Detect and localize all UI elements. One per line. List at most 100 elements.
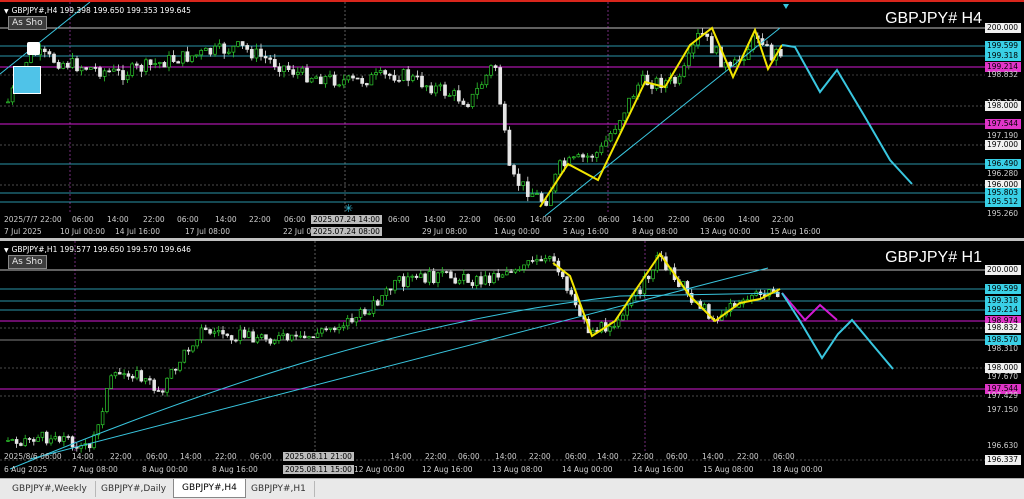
candle-body (156, 390, 161, 392)
candle-body (673, 77, 677, 84)
time-label: 14:00 (107, 215, 129, 224)
time-label: 06:00 (146, 452, 168, 461)
candle-body (535, 193, 539, 195)
time-label: 5 Aug 16:00 (563, 227, 609, 236)
tab-weekly[interactable]: GBPJPY#,Weekly (4, 481, 96, 497)
time-label: 1 Aug 00:00 (494, 227, 540, 236)
time-label: 12 Aug 00:00 (354, 465, 405, 474)
candle-body (562, 160, 567, 167)
chart-pane-h4[interactable]: ✳ ▼ GBPJPY#,H4 199.398 199.650 199.353 19… (0, 0, 1024, 238)
candle-body (203, 47, 208, 51)
candle-body (161, 390, 165, 393)
time-label: 22:00 (668, 215, 690, 224)
candle-body (452, 90, 457, 96)
candle-body (254, 48, 259, 59)
candle-body (616, 319, 621, 327)
candle-body (277, 335, 281, 341)
time-label: 14:00 (424, 215, 446, 224)
candle-body (171, 55, 176, 62)
candle-body (397, 79, 401, 82)
candle-body (307, 336, 311, 339)
time-label: 14 Aug 16:00 (633, 465, 684, 474)
trend-line (29, 267, 769, 460)
candle-body (324, 328, 328, 331)
candle-body (380, 295, 384, 306)
candle-body (604, 140, 608, 147)
candle-body (705, 33, 710, 37)
time-label: 22:00 (529, 452, 551, 461)
time-label: 06:00 (250, 452, 272, 461)
candle-body (505, 271, 509, 276)
candle-body (328, 74, 332, 77)
candle-body (466, 104, 470, 107)
h4-chart-title: GBPJPY# H4 (885, 10, 982, 27)
candle-body (249, 49, 254, 59)
tab-h1[interactable]: GBPJPY#,H1 (243, 481, 315, 497)
time-label: 22:00 (143, 215, 165, 224)
candle-body (216, 330, 221, 333)
candle-body (305, 67, 309, 83)
candle-body (691, 44, 696, 54)
candle-body (27, 438, 32, 440)
time-label: 15 Aug 08:00 (703, 465, 754, 474)
smile-icon[interactable] (13, 66, 41, 94)
candle-body (350, 318, 354, 323)
candle-body (513, 269, 518, 273)
pencil-icon[interactable] (27, 42, 40, 55)
time-label: 13 Aug 00:00 (700, 227, 751, 236)
candle-body (121, 70, 125, 81)
candle-body (191, 345, 195, 352)
candle-body (345, 318, 350, 327)
time-label: 10 Jul 00:00 (60, 227, 105, 236)
price-label: 200.000 (985, 265, 1021, 275)
price-label: 197.150 (987, 405, 1019, 414)
candle-body (599, 145, 604, 154)
time-label: 06:00 (494, 215, 516, 224)
candle-body (122, 373, 126, 376)
candle-body (522, 264, 526, 270)
candle-body (585, 155, 590, 158)
candle-body (291, 69, 296, 75)
candle-body (535, 259, 539, 262)
candle-body (49, 438, 53, 444)
candle-body (251, 331, 255, 343)
candle-body (742, 59, 746, 61)
candle-body (358, 309, 363, 318)
candle-body (107, 70, 112, 73)
time-label: 14:00 (390, 452, 412, 461)
candle-body (475, 87, 480, 95)
h4-as-show-button[interactable]: As Sho (8, 16, 47, 30)
time-label: 7 Jul 2025 (4, 227, 42, 236)
candle-body (298, 335, 303, 338)
time-label: 22:00 (772, 215, 794, 224)
time-label: 6 Aug 2025 (4, 465, 48, 474)
candle-body (290, 334, 294, 341)
h1-price-chart[interactable] (0, 241, 1024, 478)
candle-body (19, 443, 23, 446)
candle-body (406, 276, 410, 287)
chart-pane-h1[interactable]: ▼ GBPJPY#,H1 199.577 199.650 199.570 199.… (0, 241, 1024, 478)
time-label: 06:00 (703, 215, 725, 224)
candle-body (539, 259, 543, 262)
h4-price-chart[interactable]: ✳ (0, 2, 1024, 238)
candle-body (346, 75, 351, 81)
candle-body (47, 51, 52, 55)
h1-as-show-button[interactable]: As Sho (8, 255, 47, 269)
candle-body (750, 295, 754, 301)
time-label: 17 Jul 08:00 (185, 227, 230, 236)
candle-body (93, 67, 98, 69)
candle-body (401, 69, 406, 81)
chart-tab-bar: GBPJPY#,Weekly GBPJPY#,Daily GBPJPY#,H4 … (0, 478, 1024, 499)
candle-body (113, 372, 118, 377)
candle-body (285, 333, 290, 341)
candle-body (496, 273, 500, 278)
candle-body (479, 276, 483, 285)
time-label: 06:00 (177, 215, 199, 224)
candle-body (492, 273, 496, 284)
candle-body (650, 84, 654, 89)
price-label: 195.260 (987, 209, 1019, 218)
h4-symbol-info: ▼ GBPJPY#,H4 199.398 199.650 199.353 199.… (4, 6, 191, 15)
tab-h4[interactable]: GBPJPY#,H4 (173, 479, 246, 498)
candle-body (139, 370, 144, 382)
tab-daily[interactable]: GBPJPY#,Daily (93, 481, 176, 497)
